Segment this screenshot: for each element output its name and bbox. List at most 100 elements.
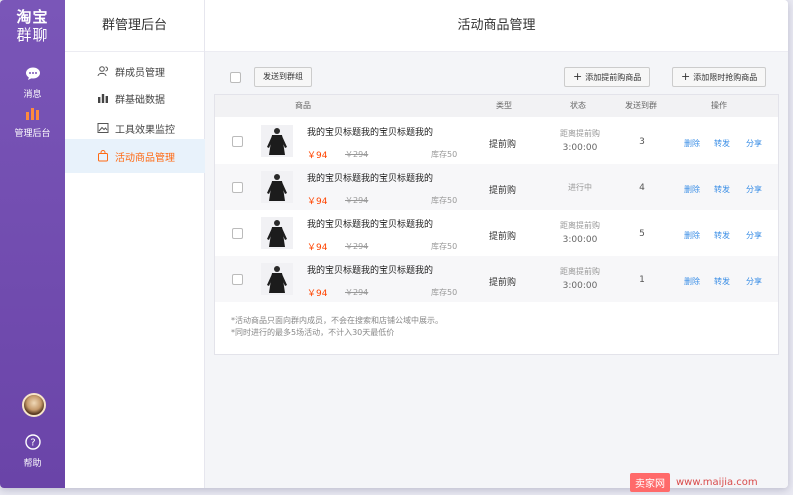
product-price: ￥94 xyxy=(307,197,328,207)
product-title[interactable]: 我的宝贝标题我的宝贝标题我的 xyxy=(307,263,433,276)
share-link[interactable]: 分享 xyxy=(746,230,762,241)
nav-item-label: 群成员管理 xyxy=(115,67,165,79)
select-all-checkbox[interactable] xyxy=(230,72,241,83)
watermark-badge: 卖家网 xyxy=(630,473,670,492)
col-product: 商品 xyxy=(295,101,311,110)
row-checkbox[interactable] xyxy=(232,136,243,147)
left-rail: 淘宝 群聊 消息 管理后台 ? 帮助 xyxy=(0,0,65,488)
watermark: 卖家网 www.maijia.com xyxy=(630,470,793,495)
product-thumbnail[interactable] xyxy=(261,217,293,249)
product-title[interactable]: 我的宝贝标题我的宝贝标题我的 xyxy=(307,171,433,184)
svg-text:?: ? xyxy=(30,438,35,449)
row-checkbox[interactable] xyxy=(232,228,243,239)
row-checkbox[interactable] xyxy=(232,274,243,285)
sent-group-count: 5 xyxy=(639,229,645,239)
chat-bubble-icon xyxy=(0,67,65,84)
logo-line1: 淘宝 xyxy=(16,8,49,26)
product-original-price: ￥294 xyxy=(345,242,369,251)
help-label: 帮助 xyxy=(23,459,42,469)
product-stock: 库存50 xyxy=(431,150,458,159)
send-to-group-label: 发送到群组 xyxy=(263,72,303,81)
status-label: 距离提前购 xyxy=(560,267,600,276)
product-thumbnail[interactable] xyxy=(261,263,293,295)
sent-group-count: 3 xyxy=(639,137,645,147)
help-icon: ? xyxy=(0,434,65,453)
delete-link[interactable]: 删除 xyxy=(684,138,700,149)
status-label: 进行中 xyxy=(568,183,592,192)
product-title[interactable]: 我的宝贝标题我的宝贝标题我的 xyxy=(307,125,433,138)
rail-item-label: 管理后台 xyxy=(14,129,51,139)
bar-chart-icon xyxy=(0,106,65,123)
delete-link[interactable]: 删除 xyxy=(684,184,700,195)
status-countdown: 3:00:00 xyxy=(562,143,598,153)
product-table: 商品 类型 状态 发送到群 操作 我的宝贝标题我的宝贝标题我的 ￥94 ￥294… xyxy=(214,94,779,355)
share-link[interactable]: 分享 xyxy=(746,184,762,195)
status-label: 距离提前购 xyxy=(560,221,600,230)
nav-item-label: 活动商品管理 xyxy=(115,152,175,164)
product-stock: 库存50 xyxy=(431,242,458,251)
product-stock: 库存50 xyxy=(431,288,458,297)
rail-item-messages[interactable]: 消息 xyxy=(0,67,65,100)
delete-link[interactable]: 删除 xyxy=(684,276,700,287)
product-thumbnail[interactable] xyxy=(261,171,293,203)
send-to-group-button[interactable]: 发送到群组 xyxy=(254,67,312,87)
plus-icon: + xyxy=(681,70,691,83)
forward-link[interactable]: 转发 xyxy=(714,276,730,287)
add-presale-label: 添加提前购商品 xyxy=(585,73,642,82)
toolbar: 发送到群组 + 添加提前购商品 + 添加限时抢购商品 xyxy=(214,66,779,88)
plus-icon: + xyxy=(573,70,583,83)
product-type: 提前购 xyxy=(489,140,517,150)
users-icon xyxy=(97,65,109,77)
product-type: 提前购 xyxy=(489,278,517,288)
product-stock: 库存50 xyxy=(431,196,458,205)
nav-item-basic-data[interactable]: 群基础数据 xyxy=(65,81,205,115)
image-frame-icon xyxy=(97,122,109,134)
status-label: 距离提前购 xyxy=(560,129,600,138)
table-row: 我的宝贝标题我的宝贝标题我的 ￥94 ￥294 库存50 提前购 距离提前购 3… xyxy=(215,256,778,302)
shopping-bag-icon xyxy=(97,150,109,162)
product-price: ￥94 xyxy=(307,289,328,299)
table-row: 我的宝贝标题我的宝贝标题我的 ￥94 ￥294 库存50 提前购 距离提前购 3… xyxy=(215,118,778,164)
taobao-chat-logo: 淘宝 群聊 xyxy=(0,8,65,44)
sub-navigation: 群管理后台 群成员管理 群基础数据 工具效果监控 活动商品管理 xyxy=(65,0,205,488)
logo-line2: 群聊 xyxy=(16,26,49,44)
product-thumbnail[interactable] xyxy=(261,125,293,157)
note-line: *同时进行的最多5场活动，不计入30天最低价 xyxy=(231,328,395,337)
notes: *活动商品只面向群内成员，不会在搜索和店铺公域中展示。 *同时进行的最多5场活动… xyxy=(231,315,443,339)
page-title: 活动商品管理 xyxy=(205,0,788,52)
share-link[interactable]: 分享 xyxy=(746,276,762,287)
note-line: *活动商品只面向群内成员，不会在搜索和店铺公域中展示。 xyxy=(231,316,443,325)
table-header: 商品 类型 状态 发送到群 操作 xyxy=(215,95,778,117)
main-content: 活动商品管理 发送到群组 + 添加提前购商品 + 添加限时抢购商品 商品 类型 状态… xyxy=(205,0,788,488)
col-type: 类型 xyxy=(496,101,512,110)
product-original-price: ￥294 xyxy=(345,196,369,205)
bar-chart-icon xyxy=(97,92,109,104)
status-countdown: 3:00:00 xyxy=(562,281,598,291)
subnav-title: 群管理后台 xyxy=(65,0,204,52)
rail-item-label: 消息 xyxy=(23,90,42,100)
forward-link[interactable]: 转发 xyxy=(714,230,730,241)
add-flash-sale-button[interactable]: + 添加限时抢购商品 xyxy=(672,67,767,87)
nav-item-activity-products[interactable]: 活动商品管理 xyxy=(65,139,205,173)
table-row: 我的宝贝标题我的宝贝标题我的 ￥94 ￥294 库存50 提前购 距离提前购 3… xyxy=(215,210,778,256)
forward-link[interactable]: 转发 xyxy=(714,184,730,195)
sent-group-count: 4 xyxy=(639,183,645,193)
product-price: ￥94 xyxy=(307,151,328,161)
add-flash-label: 添加限时抢购商品 xyxy=(693,73,758,82)
status-countdown: 3:00:00 xyxy=(562,235,598,245)
col-status: 状态 xyxy=(570,101,586,110)
forward-link[interactable]: 转发 xyxy=(714,138,730,149)
user-avatar[interactable] xyxy=(22,393,46,417)
col-sent-groups: 发送到群 xyxy=(625,101,657,110)
sent-group-count: 1 xyxy=(639,275,645,285)
rail-item-help[interactable]: ? 帮助 xyxy=(0,434,65,469)
app-window: 淘宝 群聊 消息 管理后台 ? 帮助 群管理后台 群成员管理 群基础数据 工具效… xyxy=(0,0,788,488)
rail-item-admin[interactable]: 管理后台 xyxy=(0,106,65,139)
share-link[interactable]: 分享 xyxy=(746,138,762,149)
product-title[interactable]: 我的宝贝标题我的宝贝标题我的 xyxy=(307,217,433,230)
col-actions: 操作 xyxy=(711,101,727,110)
row-checkbox[interactable] xyxy=(232,182,243,193)
add-presale-button[interactable]: + 添加提前购商品 xyxy=(564,67,651,87)
table-row: 我的宝贝标题我的宝贝标题我的 ￥94 ￥294 库存50 提前购 进行中 4 删… xyxy=(215,164,778,210)
delete-link[interactable]: 删除 xyxy=(684,230,700,241)
